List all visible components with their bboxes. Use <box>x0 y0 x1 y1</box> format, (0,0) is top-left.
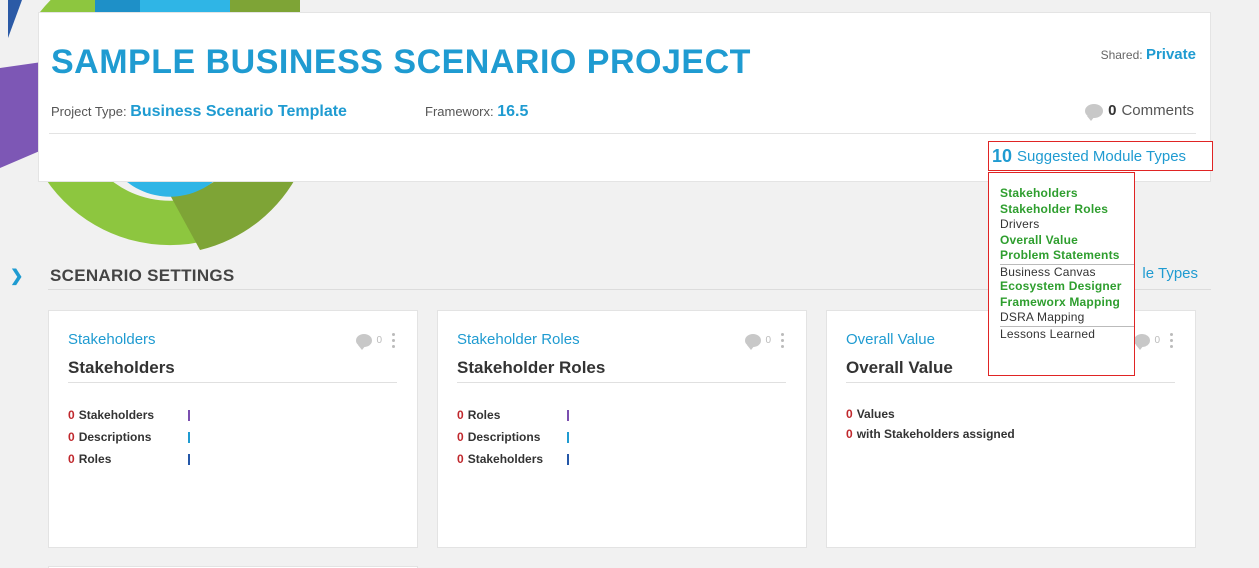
project-title: SAMPLE BUSINESS SCENARIO PROJECT <box>51 43 751 81</box>
stat-bar <box>567 410 569 421</box>
stat-bar <box>567 432 569 443</box>
card-title: Overall Value <box>846 358 953 377</box>
frameworx-version: Frameworx: 16.5 <box>425 103 528 121</box>
comments-count: 0 <box>1108 102 1117 119</box>
stat-row[interactable]: 0 Stakeholders <box>457 448 569 470</box>
stat-bar <box>188 432 190 443</box>
card-comment-count: 0 <box>1154 335 1160 346</box>
dropdown-item-drivers[interactable]: Drivers <box>1000 217 1134 233</box>
dropdown-item-overall-value[interactable]: Overall Value <box>1000 233 1134 249</box>
more-options-icon[interactable] <box>781 333 784 348</box>
card-stats: 0 Roles 0 Descriptions 0 Stakeholders <box>457 404 569 470</box>
card-module-link[interactable]: Stakeholder Roles <box>457 331 580 348</box>
comment-bubble-icon <box>1134 334 1151 350</box>
stat-row[interactable]: 0 with Stakeholders assigned <box>846 424 1015 444</box>
card-module-link[interactable]: Stakeholders <box>68 331 156 348</box>
stat-row[interactable]: 0 Descriptions <box>457 426 569 448</box>
module-card-stakeholder-roles: Stakeholder Roles 0 Stakeholder Roles 0R… <box>437 310 807 548</box>
comment-bubble-icon <box>1085 103 1104 121</box>
frameworx-label: Frameworx: <box>425 104 494 119</box>
project-type-label: Project Type: <box>51 104 127 119</box>
stat-number: 0 <box>68 430 75 444</box>
suggested-count: 10 <box>992 145 1013 166</box>
stat-label: Descriptions <box>467 430 541 444</box>
stat-label: Roles <box>467 408 501 422</box>
stat-row[interactable]: 0 Roles <box>457 404 569 426</box>
stat-label: Values <box>856 407 895 421</box>
stat-row[interactable]: 0 Values <box>846 404 1015 424</box>
stat-bar <box>188 454 190 465</box>
stat-number: 0 <box>457 452 464 466</box>
dropdown-item-problem-statements[interactable]: Problem Statements <box>1000 248 1134 264</box>
project-type: Project Type: Business Scenario Template <box>51 103 347 121</box>
stat-row[interactable]: 0 Stakeholders <box>68 404 190 426</box>
suggested-label: Suggested Module Types <box>1017 147 1187 165</box>
card-title: Stakeholders <box>68 358 175 377</box>
more-options-icon[interactable] <box>392 333 395 348</box>
stat-number: 0 <box>457 408 464 422</box>
card-comments[interactable]: 0 <box>1134 333 1173 350</box>
module-types-link[interactable]: le Types <box>1142 265 1198 282</box>
stat-label: Stakeholders <box>78 408 155 422</box>
dropdown-item-frameworx-mapping[interactable]: Frameworx Mapping <box>1000 295 1134 311</box>
stat-label: Descriptions <box>78 430 152 444</box>
comments-link[interactable]: 0 Comments <box>1085 102 1194 121</box>
shared-label: Shared: <box>1100 48 1143 62</box>
stat-row[interactable]: 0 Roles <box>68 448 190 470</box>
card-divider <box>68 382 397 383</box>
stat-label: Stakeholders <box>467 452 544 466</box>
dropdown-item-lessons-learned[interactable]: Lessons Learned <box>1000 325 1134 342</box>
card-stats: 0 Stakeholders 0 Descriptions 0 Roles <box>68 404 190 470</box>
stat-number: 0 <box>68 452 75 466</box>
scenario-settings-title: SCENARIO SETTINGS <box>50 266 235 285</box>
stat-label: Roles <box>78 452 112 466</box>
header-divider <box>49 133 1196 134</box>
stat-label: with Stakeholders assigned <box>856 427 1015 441</box>
shared-status: Shared: Private <box>1101 46 1196 63</box>
suggested-modules-dropdown: Stakeholders Stakeholder Roles Drivers O… <box>988 172 1135 376</box>
card-title: Stakeholder Roles <box>457 358 606 377</box>
stat-number: 0 <box>457 430 464 444</box>
stat-number: 0 <box>846 407 853 421</box>
stat-row[interactable]: 0 Descriptions <box>68 426 190 448</box>
suggested-module-types-button[interactable]: 10 Suggested Module Types <box>988 141 1213 171</box>
card-comments[interactable]: 0 <box>745 333 784 350</box>
card-module-link[interactable]: Overall Value <box>846 331 935 348</box>
card-comment-count: 0 <box>765 335 771 346</box>
comments-label: Comments <box>1121 102 1194 119</box>
comment-bubble-icon <box>745 334 762 350</box>
comment-bubble-icon <box>356 334 373 350</box>
module-card-stakeholders: Stakeholders 0 Stakeholders 0 Stakeholder… <box>48 310 418 548</box>
dropdown-item-ecosystem-designer[interactable]: Ecosystem Designer <box>1000 279 1134 295</box>
shared-value-link[interactable]: Private <box>1146 46 1196 63</box>
card-divider <box>457 382 786 383</box>
stat-bar <box>567 454 569 465</box>
card-comment-count: 0 <box>376 335 382 346</box>
stat-bar <box>188 410 190 421</box>
chevron-down-icon[interactable]: ❯ <box>10 266 23 286</box>
card-comments[interactable]: 0 <box>356 333 395 350</box>
card-divider <box>846 382 1175 383</box>
stat-number: 0 <box>68 408 75 422</box>
card-stats: 0 Values 0 with Stakeholders assigned <box>846 404 1015 444</box>
frameworx-value: 16.5 <box>497 103 529 120</box>
project-type-value[interactable]: Business Scenario Template <box>130 103 347 120</box>
dropdown-item-stakeholders[interactable]: Stakeholders <box>1000 186 1134 202</box>
dropdown-item-business-canvas[interactable]: Business Canvas <box>1000 263 1134 280</box>
more-options-icon[interactable] <box>1170 333 1173 348</box>
dropdown-item-dsra-mapping[interactable]: DSRA Mapping <box>1000 310 1134 326</box>
stat-number: 0 <box>846 427 853 441</box>
dropdown-item-stakeholder-roles[interactable]: Stakeholder Roles <box>1000 202 1134 218</box>
